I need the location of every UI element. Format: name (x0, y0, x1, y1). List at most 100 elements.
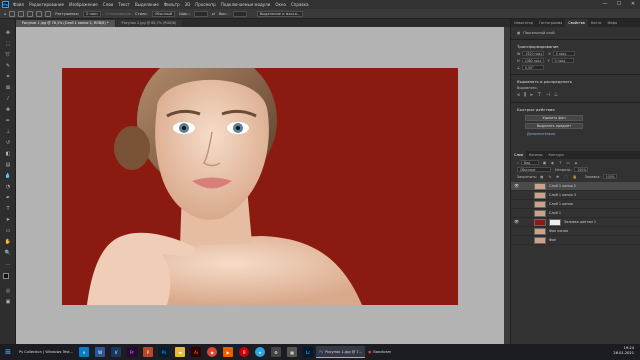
menu-type[interactable]: Текст (118, 2, 130, 7)
word-icon[interactable]: W (95, 347, 106, 357)
yandex-icon[interactable]: Я (239, 347, 250, 357)
style-select[interactable]: Обычный (151, 10, 176, 17)
visibility-eye-icon[interactable] (513, 192, 520, 199)
layer-row[interactable]: Слой 1 (511, 209, 640, 218)
layer-row[interactable]: Фон копия (511, 227, 640, 236)
lightroom-icon[interactable]: Lr (303, 347, 314, 357)
quick-actions-title[interactable]: Быстрые действия (511, 106, 640, 113)
layer-row[interactable]: 👁 Заливка цветом 1 (511, 218, 640, 227)
more-actions-link[interactable]: Дополнительно (511, 131, 640, 137)
select-subject-button[interactable]: Выделить предмет (525, 123, 583, 129)
tab-info[interactable]: Инфо (605, 19, 621, 27)
pen-tool-icon[interactable]: ✒ (3, 194, 13, 202)
align-left-icon[interactable]: ⫷ (517, 92, 520, 98)
height-field[interactable]: 1080 пикс (521, 58, 544, 63)
quick-mask-icon[interactable]: ◎ (3, 287, 13, 295)
eraser-tool-icon[interactable]: ◧ (3, 150, 13, 158)
frame-tool-icon[interactable]: ⊠ (3, 84, 13, 92)
quick-select-tool-icon[interactable]: ✎ (3, 62, 13, 70)
blur-tool-icon[interactable]: 💧 (3, 172, 13, 180)
menu-window[interactable]: Окно (275, 2, 286, 7)
history-brush-icon[interactable]: ↺ (3, 139, 13, 147)
swap-icon[interactable]: ⇄ (212, 12, 215, 16)
tab-paths[interactable]: Контуры (545, 151, 567, 159)
premiere-icon[interactable]: Pr (127, 347, 138, 357)
visibility-eye-icon[interactable]: 👁 (513, 183, 520, 190)
minimize-button[interactable]: — (598, 0, 612, 9)
crop-tool-icon[interactable]: ⌗ (3, 73, 13, 81)
filter-icons[interactable]: ▣ ◐ T ▭ ◈ (543, 161, 579, 165)
menu-view[interactable]: Просмотр (195, 2, 216, 7)
photoshop-taskbar-icon[interactable]: Ps (159, 347, 170, 357)
shape-tool-icon[interactable]: ▭ (3, 227, 13, 235)
system-tray-clock[interactable]: 19:24 26.01.2021 (613, 346, 634, 356)
hand-tool-icon[interactable]: ✋ (3, 238, 13, 246)
menu-3d[interactable]: 3D (185, 2, 191, 7)
settings-icon[interactable]: ⚙ (271, 347, 282, 357)
tab-layers[interactable]: Слои (511, 151, 526, 159)
layer-mask-thumbnail[interactable] (549, 218, 561, 226)
home-icon[interactable]: ⌂ (4, 12, 6, 16)
path-select-icon[interactable]: ➤ (3, 216, 13, 224)
move-tool-icon[interactable]: ✥ (3, 29, 13, 37)
marquee-tool-preset-icon[interactable] (9, 10, 16, 17)
tab-brushes[interactable]: Кисти (588, 19, 605, 27)
remove-background-button[interactable]: Удалить фон (525, 115, 583, 121)
subtract-selection-icon[interactable] (36, 10, 43, 17)
windows-start-icon[interactable]: ⊞ (3, 347, 13, 357)
media-player-icon[interactable]: ▶ (223, 347, 234, 357)
lock-icons[interactable]: ▦ ✎ ✥ ⬚ 🔒 (540, 175, 579, 179)
document-canvas[interactable] (62, 68, 458, 305)
menu-edit[interactable]: Редактирование (29, 2, 64, 7)
tab-document-2[interactable]: Рисунок 2.jpg @ 66,7% (RGB/8) (115, 20, 183, 27)
width-input[interactable] (193, 10, 208, 17)
type-tool-icon[interactable]: T (3, 205, 13, 213)
layer-row[interactable]: Слой 1 копия 3 (511, 191, 640, 200)
blend-mode-select[interactable]: Обычные (517, 167, 551, 172)
transform-section-title[interactable]: Трансформирование (511, 43, 640, 50)
menu-plugins[interactable]: Подключаемые модули (221, 2, 271, 7)
menu-filter[interactable]: Фильтр (164, 2, 180, 7)
store-icon[interactable]: ▦ (287, 347, 298, 357)
height-input[interactable] (232, 10, 247, 17)
screen-mode-icon[interactable]: ▣ (3, 298, 13, 306)
taskbar-app-collection[interactable]: Ps Collection | Windows Test... (16, 346, 76, 358)
telegram-icon[interactable]: ➤ (255, 347, 266, 357)
healing-brush-icon[interactable]: ✚ (3, 106, 13, 114)
new-selection-icon[interactable] (18, 10, 25, 17)
menu-file[interactable]: Файл (13, 2, 24, 7)
antialias-checkbox[interactable]: Сглаживание (105, 12, 131, 16)
menu-image[interactable]: Изображение (69, 2, 98, 7)
clone-stamp-icon[interactable]: ⊥ (3, 128, 13, 136)
dodge-tool-icon[interactable]: ◔ (3, 183, 13, 191)
foreground-color-swatch[interactable] (3, 273, 9, 279)
width-field[interactable]: 1920 пикс (522, 51, 545, 56)
taskbar-app-photoshop[interactable]: Ps Рисунок 1.jpg @ 7... (316, 346, 366, 358)
opacity-input[interactable]: 100% (574, 167, 589, 172)
photoshop-logo[interactable]: Ps (2, 1, 9, 8)
chrome-icon[interactable]: ◉ (207, 347, 218, 357)
illustrator-icon[interactable]: Ai (191, 347, 202, 357)
align-bottom-icon[interactable]: ⊥ (554, 92, 558, 98)
visibility-eye-icon[interactable]: 👁 (513, 219, 520, 226)
eyedropper-tool-icon[interactable]: ⁄ (3, 95, 13, 103)
add-selection-icon[interactable] (27, 10, 34, 17)
align-section-title[interactable]: Выровнять и распределить (511, 78, 640, 85)
y-field[interactable]: 0 пикс (551, 58, 574, 63)
layer-row[interactable]: Слой 1 копия (511, 200, 640, 209)
tab-histogram[interactable]: Гистограмма (536, 19, 565, 27)
layer-kind-select[interactable]: Вид (520, 160, 539, 165)
align-middle-icon[interactable]: ⊣ (545, 92, 549, 98)
brush-tool-icon[interactable]: ✏ (3, 117, 13, 125)
align-right-icon[interactable]: ⫸ (530, 92, 533, 98)
x-field[interactable]: 0 пикс (552, 51, 575, 56)
taskbar-app-bandicam[interactable]: ● Bandicam (365, 346, 394, 358)
zoom-tool-icon[interactable]: 🔍 (3, 249, 13, 257)
layer-row[interactable]: Фон (511, 236, 640, 245)
tab-channels[interactable]: Каналы (526, 151, 546, 159)
maximize-button[interactable]: ☐ (612, 0, 626, 9)
align-top-icon[interactable]: ⊤ (537, 92, 541, 98)
close-button[interactable]: ✕ (626, 0, 640, 9)
visibility-eye-icon[interactable] (513, 210, 520, 217)
vegas-icon[interactable]: V (111, 347, 122, 357)
